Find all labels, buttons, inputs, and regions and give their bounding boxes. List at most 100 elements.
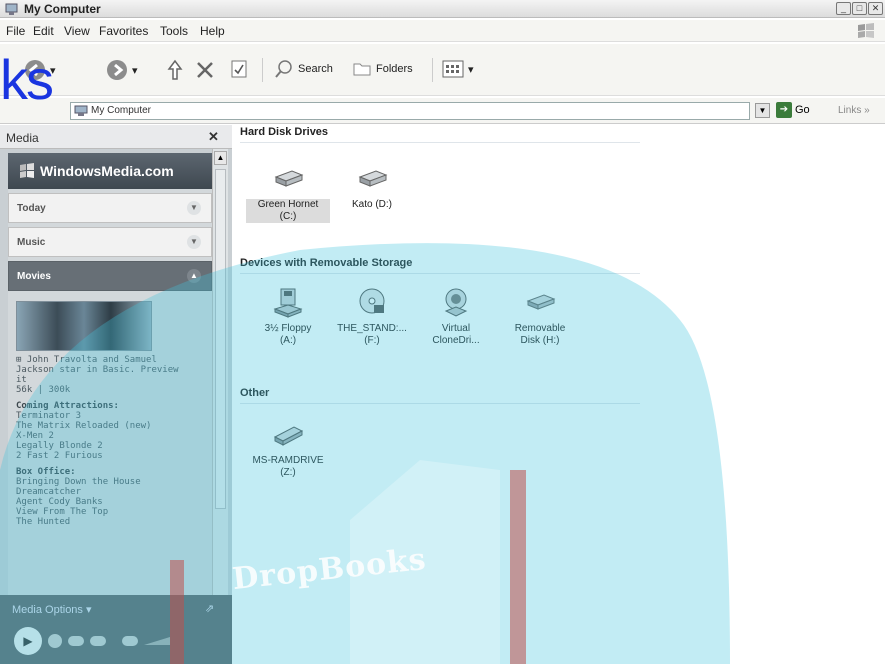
my-computer-icon	[5, 3, 18, 15]
box-office-item[interactable]: View From The Top	[16, 507, 108, 517]
coming-item[interactable]: Terminator 3	[16, 411, 81, 421]
coming-item[interactable]: Legally Blonde 2	[16, 441, 103, 451]
scroll-up-arrow-icon[interactable]: ▲	[214, 151, 227, 165]
drive-z[interactable]: MS-RAMDRIVE (Z:)	[246, 419, 330, 479]
removable-disk-icon	[526, 294, 556, 310]
folders-button[interactable]: Folders	[352, 59, 413, 79]
address-value: My Computer	[91, 105, 152, 116]
close-x-icon	[197, 62, 213, 78]
close-button[interactable]: ✕	[868, 2, 883, 15]
drive-a[interactable]: 3½ Floppy (A:)	[246, 287, 330, 347]
properties-icon	[231, 60, 247, 78]
watermark-text-ks: ks	[0, 48, 54, 111]
play-button[interactable]: ▶	[14, 627, 42, 655]
media-options-menu[interactable]: Media Options ▾	[12, 603, 92, 616]
previous-button[interactable]	[68, 636, 84, 646]
views-button[interactable]: ▾	[442, 59, 474, 79]
box-office-item[interactable]: Dreamcatcher	[16, 487, 81, 497]
media-scrollbar[interactable]: ▲ ▼	[212, 149, 228, 619]
thumb-caption-line[interactable]: ⊞ John Travolta and Samuel	[16, 355, 157, 365]
properties-button[interactable]	[230, 59, 248, 79]
media-section-movies[interactable]: Movies ▲	[8, 261, 212, 291]
menu-favorites[interactable]: Favorites	[99, 24, 148, 38]
box-office-item[interactable]: Bringing Down the House	[16, 477, 141, 487]
menu-bar: File Edit View Favorites Tools Help	[0, 20, 885, 42]
drive-d[interactable]: Kato (D:)	[330, 163, 414, 211]
window-title: My Computer	[24, 2, 101, 16]
box-office-title: Box Office:	[16, 467, 76, 477]
drive-label: Removable	[514, 323, 566, 334]
search-icon	[275, 60, 292, 78]
windows-flag-icon	[20, 163, 34, 178]
media-section-music[interactable]: Music ▼	[8, 227, 212, 257]
hard-drive-icon	[274, 170, 304, 187]
mute-button[interactable]	[122, 636, 138, 646]
menu-view[interactable]: View	[64, 24, 90, 38]
search-button[interactable]: Search	[274, 59, 333, 79]
stop-button[interactable]	[48, 634, 62, 648]
drive-label: 3½ Floppy	[264, 323, 312, 334]
floppy-drive-icon	[273, 288, 303, 318]
volume-slider[interactable]	[144, 636, 170, 646]
menu-edit[interactable]: Edit	[33, 24, 54, 38]
media-pane-title: Media	[6, 131, 39, 145]
box-office-item[interactable]: Agent Cody Banks	[16, 497, 103, 507]
drive-letter: (A:)	[279, 335, 297, 346]
links-toolbar[interactable]: Links »	[838, 105, 870, 116]
media-section-today[interactable]: Today ▼	[8, 193, 212, 223]
media-content: WindowsMedia.com Today ▼ Music ▼ Movies …	[8, 153, 212, 619]
maximize-button[interactable]: □	[852, 2, 867, 15]
go-label: Go	[795, 104, 810, 116]
drive-letter: (F:)	[364, 335, 380, 346]
group-other: Other	[240, 387, 270, 399]
folders-label: Folders	[376, 63, 413, 75]
drive-virtual-clonedrive[interactable]: Virtual CloneDri...	[414, 287, 498, 347]
search-label: Search	[298, 63, 333, 75]
music-label: Music	[17, 237, 46, 248]
up-arrow-icon	[167, 59, 183, 80]
chevron-up-icon: ▲	[187, 269, 201, 283]
next-button[interactable]	[90, 636, 106, 646]
go-button[interactable]: ➔ Go	[776, 102, 810, 118]
box-office-item[interactable]: The Hunted	[16, 517, 70, 527]
coming-item[interactable]: 2 Fast 2 Furious	[16, 451, 103, 461]
drive-letter: Disk (H:)	[520, 335, 560, 346]
drive-letter: (Z:)	[280, 467, 296, 478]
windowsmedia-banner[interactable]: WindowsMedia.com	[8, 153, 212, 189]
drive-label: THE_STAND:...	[337, 323, 407, 334]
undock-icon[interactable]: ⇗	[205, 602, 214, 615]
media-pane-close-button[interactable]: ✕	[208, 129, 219, 145]
bandwidth-links[interactable]: 56k | 300k	[16, 385, 70, 395]
windows-logo-icon	[858, 23, 874, 38]
forward-button[interactable]: ▾	[106, 59, 138, 81]
delete-button[interactable]	[194, 59, 216, 81]
coming-attractions-title: Coming Attractions:	[16, 401, 119, 411]
title-bar: My Computer _ □ ✕	[0, 0, 885, 18]
minimize-button[interactable]: _	[836, 2, 851, 15]
thumb-caption-line: Jackson star in Basic. Preview	[16, 365, 179, 375]
menu-file[interactable]: File	[6, 24, 25, 38]
group-hard-disk-drives: Hard Disk Drives	[240, 126, 329, 138]
standard-toolbar: ▾ ▾ Search Folders ▾	[0, 44, 885, 96]
drive-c[interactable]: Green Hornet (C:)	[246, 163, 330, 223]
address-input[interactable]: My Computer	[70, 102, 750, 120]
coming-item[interactable]: The Matrix Reloaded (new)	[16, 421, 151, 431]
drive-label: Green Hornet	[246, 199, 330, 211]
group-removable-storage: Devices with Removable Storage	[240, 257, 413, 269]
menu-help[interactable]: Help	[200, 24, 225, 38]
drive-h[interactable]: Removable Disk (H:)	[498, 287, 582, 347]
drive-f[interactable]: THE_STAND:... (F:)	[330, 287, 414, 347]
drive-letter: CloneDri...	[432, 335, 480, 346]
sheep-drive-icon	[444, 288, 468, 317]
movies-label: Movies	[17, 271, 51, 282]
scroll-thumb[interactable]	[215, 169, 226, 509]
menu-tools[interactable]: Tools	[160, 24, 188, 38]
address-dropdown-button[interactable]: ▼	[755, 103, 770, 118]
up-folder-button[interactable]	[165, 59, 185, 81]
drive-label: MS-RAMDRIVE	[252, 455, 324, 466]
ram-drive-icon	[273, 426, 304, 446]
coming-item[interactable]: X-Men 2	[16, 431, 54, 441]
forward-arrow-icon	[107, 60, 127, 80]
today-label: Today	[17, 203, 46, 214]
movie-thumbnail[interactable]	[16, 301, 152, 351]
